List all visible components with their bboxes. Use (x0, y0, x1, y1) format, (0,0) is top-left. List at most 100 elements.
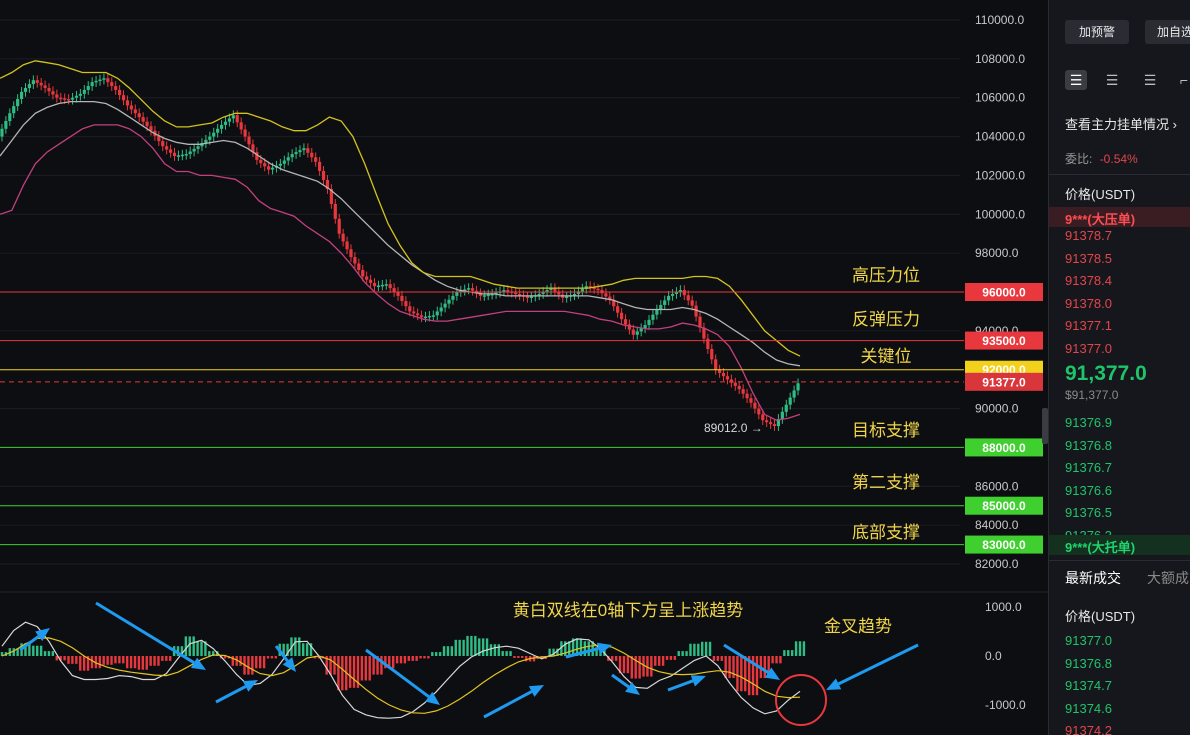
ask-row[interactable]: 91377.1 (1065, 318, 1112, 333)
candle (647, 319, 651, 326)
last-price-usd: $91,377.0 (1065, 388, 1119, 402)
candle (749, 398, 753, 403)
candle (596, 288, 600, 291)
candle (35, 80, 39, 83)
macd-bar (380, 656, 383, 675)
candle (623, 319, 628, 325)
candle (616, 306, 620, 313)
book-asks-icon[interactable]: ☰ (1139, 70, 1161, 90)
bid-row[interactable]: 91376.6 (1065, 483, 1112, 498)
candle (78, 93, 82, 96)
candle (74, 95, 79, 98)
candle (357, 263, 361, 270)
depth-link[interactable]: 查看主力挂单情况 › (1065, 114, 1177, 133)
candle (267, 166, 271, 170)
candle (125, 100, 130, 106)
book-bids-icon[interactable]: ☰ (1101, 70, 1123, 90)
macd-bar (771, 656, 774, 664)
add-watchlist-button[interactable]: 加自选 (1145, 20, 1190, 44)
macd-annotation: 黄白双线在0轴下方呈上涨趋势 (513, 601, 743, 620)
candle (376, 285, 381, 288)
level-tag-text: 93500.0 (982, 334, 1026, 348)
chevron-right-icon: › (1169, 117, 1177, 132)
macd-bar (36, 645, 39, 656)
candle (8, 113, 12, 122)
trade-row[interactable]: 91374.7 (1065, 678, 1112, 693)
macd-bar (161, 656, 164, 661)
ask-row[interactable]: 91378.0 (1065, 296, 1112, 311)
trade-row[interactable]: 91374.2 (1065, 723, 1112, 735)
bid-row[interactable]: 91376.5 (1065, 505, 1112, 520)
candle (172, 152, 177, 156)
bid-row[interactable]: 91376.9 (1065, 415, 1112, 430)
chart-area[interactable]: 110000.0 108000.0 106000.0 104000.0 102000.0… (0, 0, 1048, 735)
candle (631, 329, 635, 335)
level-tag-text: 91377.0 (982, 375, 1026, 389)
macd-bar (231, 656, 234, 666)
macd-bar (626, 656, 630, 674)
candle (435, 311, 439, 316)
macd-bar (118, 656, 121, 664)
macd-bar (141, 656, 145, 670)
candle (529, 296, 533, 299)
macd-bar (305, 643, 309, 656)
candle (443, 303, 447, 308)
macd-bar (184, 636, 188, 656)
candle (12, 106, 16, 114)
ask-row[interactable]: 91378.4 (1065, 273, 1112, 288)
bid-row[interactable]: 91376.8 (1065, 438, 1112, 453)
candle (635, 331, 639, 335)
ask-row[interactable]: 91378.5 (1065, 251, 1112, 266)
book-both-icon[interactable]: ☰ (1065, 70, 1087, 90)
candle (353, 257, 357, 264)
candle (168, 149, 173, 153)
candle (796, 383, 800, 391)
macd-bar (665, 656, 669, 660)
trade-row[interactable]: 91376.8 (1065, 656, 1112, 671)
candle (51, 91, 55, 95)
macd-bar (67, 656, 70, 664)
candle (572, 293, 577, 296)
trade-row[interactable]: 91377.0 (1065, 633, 1112, 648)
candle (361, 269, 365, 277)
macd-bar (783, 650, 786, 656)
candle (565, 296, 569, 299)
price-chart[interactable]: 110000.0 108000.0 106000.0 104000.0 102000.0… (0, 0, 1048, 735)
lower-band-line (0, 124, 801, 421)
macd-bar (82, 656, 86, 671)
macd-bar (802, 641, 806, 656)
candle (392, 288, 396, 292)
candle (27, 84, 32, 88)
candle (227, 118, 232, 122)
macd-bar (114, 656, 117, 664)
macd-bar (466, 635, 469, 656)
macd-bar (188, 636, 191, 656)
macd-bar (505, 651, 508, 656)
candle (114, 86, 118, 90)
candle (318, 161, 322, 171)
candle (270, 167, 275, 170)
annotation-arrow (611, 673, 630, 689)
candle (176, 155, 181, 157)
bid-row[interactable]: 91376.7 (1065, 460, 1112, 475)
tab-latest-trades[interactable]: 最新成交 (1065, 568, 1121, 588)
macd-bar (169, 656, 172, 661)
tab-big-trades[interactable]: 大额成 (1147, 568, 1189, 588)
macd-bar (763, 656, 766, 679)
candle (368, 279, 373, 283)
candle (184, 154, 188, 156)
candle (655, 309, 659, 315)
macd-bar (622, 656, 626, 674)
candle (239, 122, 243, 130)
macd-bar (669, 656, 673, 660)
ask-row[interactable]: 91378.7 (1065, 228, 1112, 243)
ask-row[interactable]: 91377.0 (1065, 341, 1112, 356)
macd-bar (642, 656, 645, 677)
trade-row[interactable]: 91374.6 (1065, 701, 1112, 716)
macd-bar (247, 656, 250, 675)
candle (59, 97, 63, 100)
candle (180, 154, 184, 157)
candle (129, 105, 133, 110)
add-alert-button[interactable]: 加预警 (1065, 20, 1129, 44)
precision-icon[interactable]: ⌐ (1173, 70, 1190, 90)
